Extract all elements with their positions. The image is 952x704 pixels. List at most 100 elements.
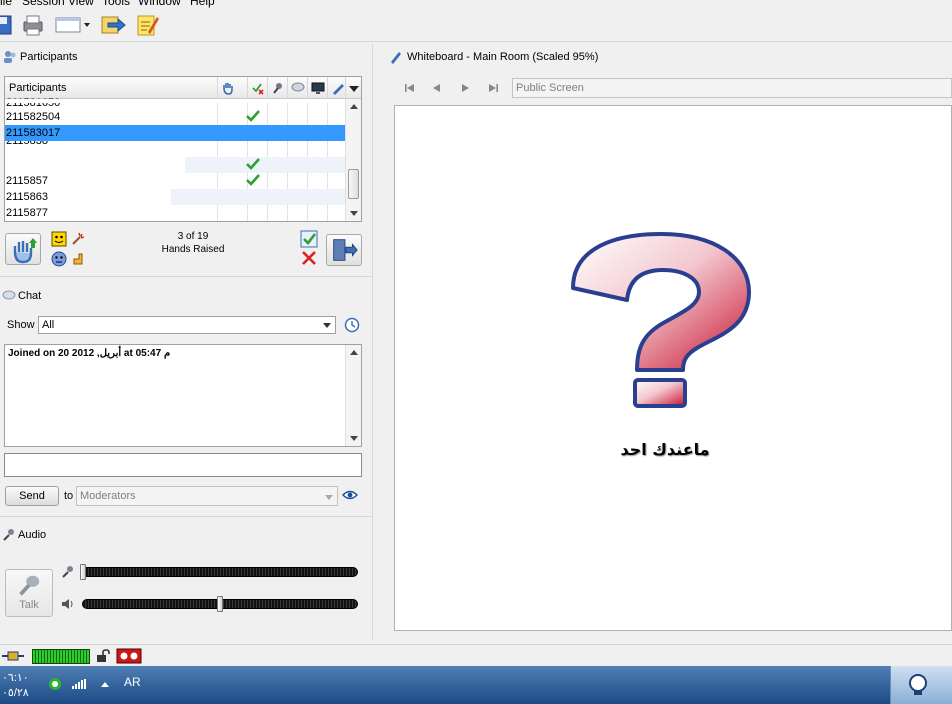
signal-bars-icon[interactable] <box>72 679 88 689</box>
toolbar <box>0 8 952 42</box>
lightbulb-icon <box>909 674 927 695</box>
previous-page-icon[interactable] <box>431 83 443 93</box>
whiteboard-canvas[interactable]: ماعندك احد <box>394 105 952 631</box>
chat-message: Joined on 20 أبريل, 2012 at 05:47 م <box>8 348 171 359</box>
taskbar-time: ٠٦:١٠ <box>2 672 29 684</box>
microphone-icon <box>3 529 14 541</box>
talk-label: Talk <box>19 599 39 611</box>
participant-name: 2115877 <box>6 207 49 219</box>
network-cable-icon <box>2 651 24 661</box>
speaker-slider-thumb[interactable] <box>217 596 223 612</box>
unlock-icon[interactable] <box>96 649 110 663</box>
raise-hand-icon <box>13 238 37 264</box>
whiteboard-title: Whiteboard - Main Room (Scaled 95%) <box>407 51 599 63</box>
show-filter-select[interactable]: All <box>38 316 336 334</box>
chat-panel-title: Chat <box>18 290 42 302</box>
microphone-slider-thumb[interactable] <box>80 564 86 580</box>
column-menu-dropdown[interactable] <box>345 77 361 99</box>
check-icon <box>246 110 260 122</box>
taskbar-date: ٠٥/٢٨ <box>2 687 29 699</box>
menu-view[interactable]: View <box>68 0 94 8</box>
hands-raised-count: 3 of 19 <box>177 231 209 242</box>
microphone-volume-slider[interactable] <box>82 567 358 577</box>
screen-name-field[interactable]: Public Screen <box>512 78 952 98</box>
microphone-icon <box>19 575 40 596</box>
whiteboard-caption: ماعندك احد <box>620 440 710 459</box>
participants-scrollbar[interactable] <box>345 99 361 221</box>
notes-icon[interactable] <box>134 12 160 38</box>
participant-row[interactable]: 2115857 <box>5 173 345 189</box>
share-icon[interactable] <box>100 12 126 38</box>
menu-window[interactable]: Window <box>138 0 181 8</box>
audio-panel-title: Audio <box>18 529 47 541</box>
audio-level-meter <box>32 649 90 664</box>
participants-panel-title: Participants <box>20 51 78 63</box>
approve-checkbox-icon[interactable] <box>300 230 318 248</box>
menu-tools[interactable]: Tools <box>102 0 130 8</box>
hands-raised-label: Hands Raised <box>161 244 225 255</box>
participant-name: 2115838 <box>6 141 49 147</box>
talk-button[interactable]: Talk <box>5 569 53 617</box>
participant-row[interactable]: 2115863 <box>5 189 345 205</box>
last-page-icon[interactable] <box>487 83 499 93</box>
emoticon-happy-icon[interactable] <box>51 231 67 247</box>
recording-icon[interactable] <box>116 648 142 664</box>
tray-app-icon[interactable] <box>48 677 62 691</box>
participant-name: 2115863 <box>6 191 49 203</box>
menu-file[interactable]: ile <box>0 0 12 8</box>
chat-message-log[interactable]: Joined on 20 أبريل, 2012 at 05:47 م <box>4 344 362 447</box>
exit-room-button[interactable] <box>326 234 362 266</box>
deny-x-icon[interactable] <box>301 251 317 265</box>
clock-icon[interactable] <box>344 317 360 333</box>
participants-column-header[interactable]: Participants <box>9 82 66 94</box>
emoticon-thumbs-icon[interactable] <box>70 251 86 267</box>
next-page-icon[interactable] <box>459 83 471 93</box>
emoticon-confused-icon[interactable] <box>51 251 67 267</box>
recipient-value: Moderators <box>80 490 136 502</box>
chevron-down-icon <box>323 323 331 328</box>
participant-name: 2115857 <box>6 175 49 187</box>
hands-raised-status: 3 of 19 Hands Raised <box>140 230 246 256</box>
door-exit-icon <box>333 239 358 261</box>
menu-bar: ile Session View Tools Window Help <box>0 0 952 8</box>
participant-row[interactable]: 211582504 <box>5 109 345 125</box>
recipient-select[interactable]: Moderators <box>76 486 338 506</box>
participant-row[interactable] <box>5 157 345 173</box>
chat-icon <box>2 290 16 300</box>
raise-hand-button[interactable] <box>5 233 41 265</box>
participants-icon <box>4 51 16 63</box>
send-button[interactable]: Send <box>5 486 59 506</box>
participant-row[interactable]: 2115838 <box>5 141 345 149</box>
microphone-level-icon <box>62 566 73 578</box>
show-desktop-area[interactable] <box>890 666 952 704</box>
question-mark-image <box>571 232 751 408</box>
show-filter-value: All <box>42 319 55 331</box>
check-icon <box>246 174 260 186</box>
screen-name-value: Public Screen <box>516 82 584 94</box>
participants-list[interactable]: Participants 211581650 211582504 2115830… <box>4 76 362 222</box>
chevron-up-icon[interactable] <box>100 680 110 688</box>
check-icon <box>246 158 260 170</box>
save-icon[interactable] <box>0 12 14 38</box>
chevron-down-icon <box>325 495 333 500</box>
participant-row[interactable]: 2115877 <box>5 205 345 221</box>
layout-dropdown[interactable] <box>54 12 94 38</box>
emoticon-applause-icon[interactable] <box>70 231 86 247</box>
menu-session[interactable]: Session <box>22 0 65 8</box>
chat-log-scrollbar[interactable] <box>345 345 361 446</box>
first-page-icon[interactable] <box>404 83 416 93</box>
pen-icon <box>391 52 401 64</box>
status-bar <box>0 644 952 666</box>
menu-help[interactable]: Help <box>190 0 215 8</box>
speaker-icon <box>62 599 73 609</box>
print-icon[interactable] <box>20 12 46 38</box>
show-label: Show <box>7 319 35 331</box>
participant-name: 211582504 <box>6 111 61 123</box>
chat-input[interactable] <box>4 453 362 477</box>
participant-name: 211583017 <box>6 127 61 139</box>
eye-icon[interactable] <box>342 489 358 501</box>
windows-taskbar: ٠٦:١٠ ٠٥/٢٨ AR <box>0 666 952 704</box>
participant-row-selected[interactable]: 211583017 <box>5 125 345 141</box>
to-label: to <box>64 490 74 502</box>
input-language[interactable]: AR <box>124 675 141 689</box>
